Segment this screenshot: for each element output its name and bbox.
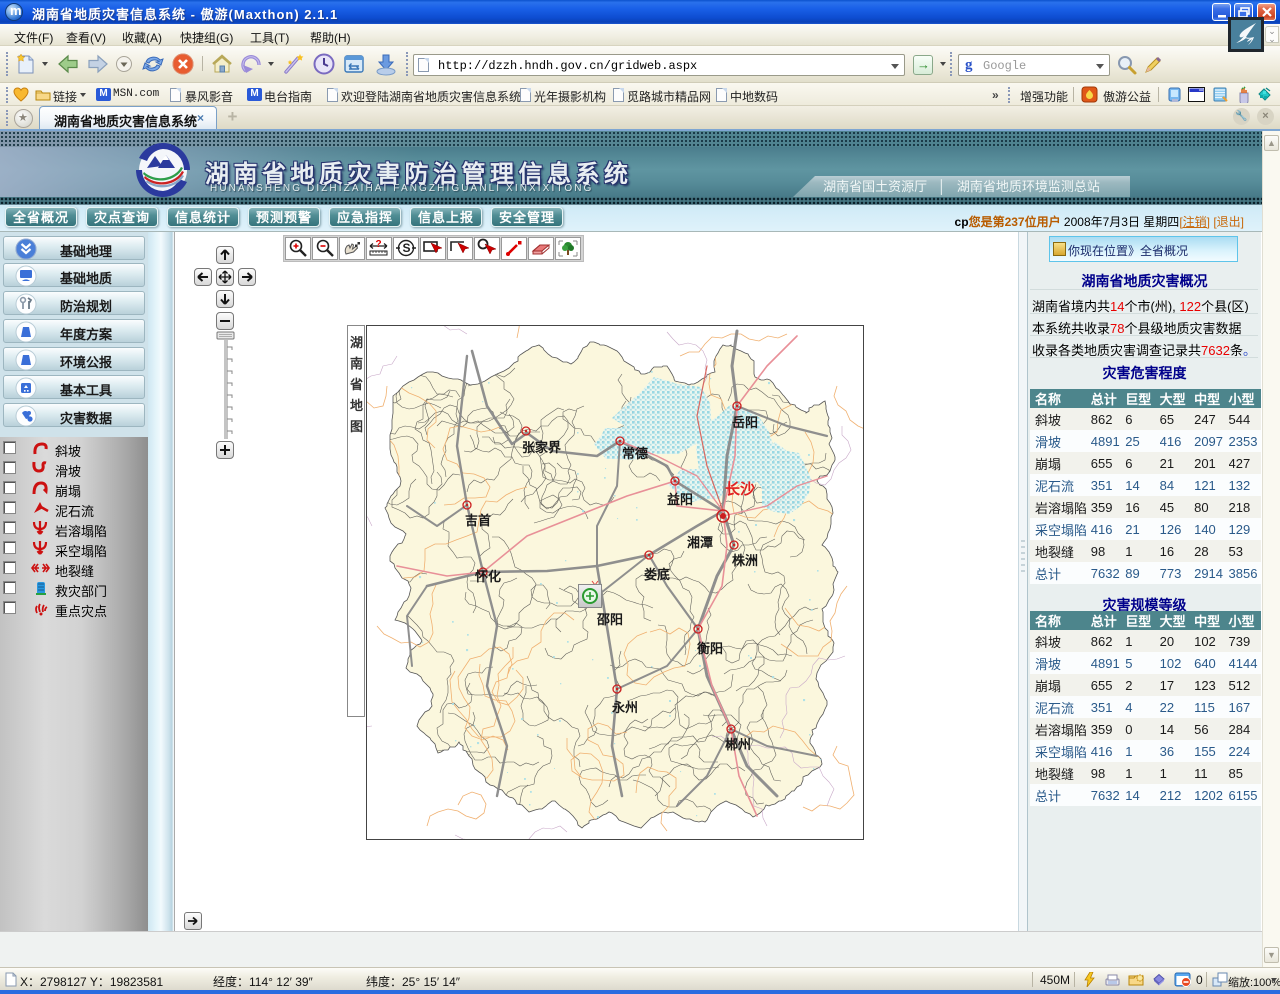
svg-text:怀化: 怀化 <box>475 569 501 584</box>
svg-text:湘潭: 湘潭 <box>687 535 713 550</box>
svg-text:岳阳: 岳阳 <box>732 415 758 430</box>
svg-text:S: S <box>403 241 411 255</box>
svg-text:永州: 永州 <box>611 700 638 715</box>
svg-text:?: ? <box>376 239 382 250</box>
svg-text:衡阳: 衡阳 <box>697 641 723 656</box>
svg-text:邵阳: 邵阳 <box>596 612 623 627</box>
svg-text:益阳: 益阳 <box>667 492 693 507</box>
svg-text:张家界: 张家界 <box>522 440 561 455</box>
svg-text:株洲: 株洲 <box>732 553 758 568</box>
svg-text:吉首: 吉首 <box>465 513 491 528</box>
svg-text:常德: 常德 <box>622 446 648 461</box>
svg-text:长沙: 长沙 <box>725 480 755 498</box>
svg-text:娄底: 娄底 <box>644 567 670 582</box>
svg-text:郴州: 郴州 <box>725 737 751 752</box>
